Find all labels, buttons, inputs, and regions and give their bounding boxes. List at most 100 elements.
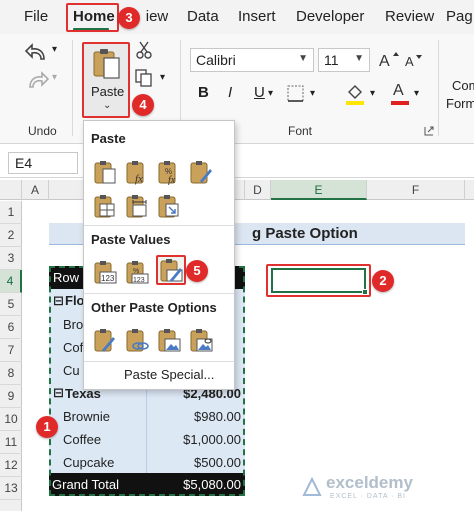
- conditional-format-partial[interactable]: Com: [452, 78, 474, 93]
- row-header[interactable]: 1: [0, 201, 22, 224]
- redo-icon: [29, 71, 50, 88]
- row-header[interactable]: 6: [0, 316, 22, 339]
- menu-separator: [84, 361, 234, 362]
- undo-dropdown-icon[interactable]: ▾: [52, 44, 57, 55]
- copy-icon[interactable]: [134, 68, 154, 88]
- row-header[interactable]: 3: [0, 247, 22, 270]
- callout-badge-5: 5: [186, 260, 208, 282]
- row-header[interactable]: 8: [0, 362, 22, 385]
- column-header-a[interactable]: A: [22, 180, 49, 200]
- row-header[interactable]: 9: [0, 385, 22, 408]
- tab-insert[interactable]: Insert: [238, 8, 276, 25]
- row-header[interactable]: 10: [0, 408, 22, 431]
- highlight-box-home: [66, 3, 119, 32]
- svg-text:fx: fx: [135, 173, 143, 185]
- underline-button[interactable]: U: [254, 84, 265, 101]
- paste-values-icon[interactable]: 123: [92, 259, 118, 285]
- row-header[interactable]: 2: [0, 224, 22, 247]
- increase-font-icon[interactable]: A: [378, 50, 400, 70]
- row-header[interactable]: 5: [0, 293, 22, 316]
- fill-color-dropdown-icon[interactable]: ▾: [370, 88, 375, 99]
- brand-logo-icon: [302, 476, 322, 496]
- italic-button[interactable]: I: [228, 84, 232, 101]
- column-header-f[interactable]: F: [367, 180, 465, 200]
- svg-text:123: 123: [101, 274, 115, 283]
- tab-file[interactable]: File: [24, 8, 48, 25]
- font-color-swatch: [391, 101, 409, 105]
- paste-formulas-icon[interactable]: fx: [124, 159, 150, 185]
- paste-values-number-format-icon[interactable]: % 123: [124, 259, 150, 285]
- paste-transpose-icon[interactable]: [156, 193, 182, 219]
- borders-dropdown-icon[interactable]: ▾: [310, 88, 315, 99]
- row-header[interactable]: 12: [0, 454, 22, 477]
- dialog-launcher-icon[interactable]: [424, 126, 434, 136]
- menu-separator: [84, 225, 234, 226]
- paste-no-borders-icon[interactable]: [92, 193, 118, 219]
- undo-group-label: Undo: [28, 124, 57, 138]
- column-header-d[interactable]: D: [245, 180, 271, 200]
- font-color-button[interactable]: A: [390, 82, 410, 106]
- chevron-down-icon: ⌄: [103, 100, 112, 111]
- font-color-letter: A: [393, 82, 404, 99]
- group-separator: [72, 40, 73, 136]
- paste-icon[interactable]: [92, 159, 118, 185]
- font-group-label: Font: [288, 124, 313, 138]
- menu-separator: [84, 293, 234, 294]
- font-name-box[interactable]: Calibri ▼: [190, 48, 314, 72]
- paste-clipboard-icon: [93, 49, 120, 79]
- paste-linked-picture-icon[interactable]: [188, 327, 214, 353]
- copy-dropdown-icon[interactable]: ▾: [160, 72, 165, 83]
- underline-dropdown-icon[interactable]: ▾: [268, 88, 273, 99]
- paste-keep-source-formatting-icon[interactable]: [188, 159, 214, 185]
- callout-badge-1: 1: [36, 416, 58, 438]
- watermark-brand: exceldemy: [326, 473, 413, 492]
- tab-page-partial[interactable]: Pag: [446, 8, 473, 25]
- tab-data[interactable]: Data: [187, 8, 219, 25]
- select-all-corner[interactable]: [0, 180, 22, 200]
- paste-values-source-formatting-icon[interactable]: [158, 257, 184, 283]
- paste-button[interactable]: Paste ⌄: [82, 42, 130, 118]
- fill-color-icon[interactable]: [344, 82, 366, 106]
- other-paste-options-heading: Other Paste Options: [91, 300, 217, 315]
- row-headers: 1 2 3 4 5 6 7 8 9 10 11 12 13: [0, 201, 22, 511]
- formula-bar: E4: [0, 148, 474, 178]
- tab-developer[interactable]: Developer: [296, 8, 364, 25]
- redo-dropdown-icon: ▾: [52, 72, 58, 83]
- cut-icon[interactable]: [135, 40, 153, 60]
- chevron-down-icon: ▼: [298, 53, 308, 64]
- paste-formulas-number-format-icon[interactable]: % fx: [156, 159, 182, 185]
- bold-button[interactable]: B: [198, 84, 209, 101]
- paste-values-section-heading: Paste Values: [91, 232, 171, 247]
- paste-picture-icon[interactable]: [156, 327, 182, 353]
- svg-text:fx: fx: [168, 175, 176, 185]
- tab-view[interactable]: View: [146, 8, 168, 25]
- font-color-dropdown-icon[interactable]: ▾: [414, 88, 419, 99]
- paste-special-menu-item[interactable]: Paste Special...: [124, 367, 214, 382]
- row-header[interactable]: 7: [0, 339, 22, 362]
- row-header[interactable]: 13: [0, 477, 22, 500]
- callout-badge-4: 4: [132, 94, 154, 116]
- sheet-title: g Paste Option: [252, 225, 358, 242]
- borders-icon[interactable]: [286, 84, 306, 104]
- name-box[interactable]: E4: [8, 152, 78, 174]
- row-header-selected[interactable]: 4: [0, 270, 22, 293]
- paste-label: Paste: [91, 84, 125, 99]
- callout-badge-3: 3: [118, 7, 140, 29]
- watermark-tagline: EXCEL · DATA · BI: [330, 493, 406, 500]
- paste-keep-column-widths-icon[interactable]: [124, 193, 150, 219]
- format-table-partial[interactable]: Form: [446, 96, 474, 111]
- group-separator: [438, 40, 439, 136]
- decrease-font-icon[interactable]: A: [404, 52, 424, 70]
- row-header[interactable]: 11: [0, 431, 22, 454]
- chevron-down-icon: ▼: [354, 53, 364, 64]
- paste-formatting-icon[interactable]: [92, 327, 118, 353]
- paste-link-icon[interactable]: [124, 327, 150, 353]
- ribbon: ▾ ▾ Undo ▾ Calibri ▼ 11 ▼ A A B I U ▾ ▾: [0, 34, 474, 144]
- tab-review[interactable]: Review: [385, 8, 434, 25]
- svg-text:123: 123: [133, 277, 145, 284]
- font-size-box[interactable]: 11 ▼: [318, 48, 370, 72]
- column-header-e[interactable]: E: [271, 180, 367, 200]
- undo-icon[interactable]: [24, 42, 50, 64]
- paste-section-heading: Paste: [91, 131, 126, 146]
- paste-options-menu: Paste fx % fx Paste Values 123 % 123 Oth…: [83, 120, 235, 390]
